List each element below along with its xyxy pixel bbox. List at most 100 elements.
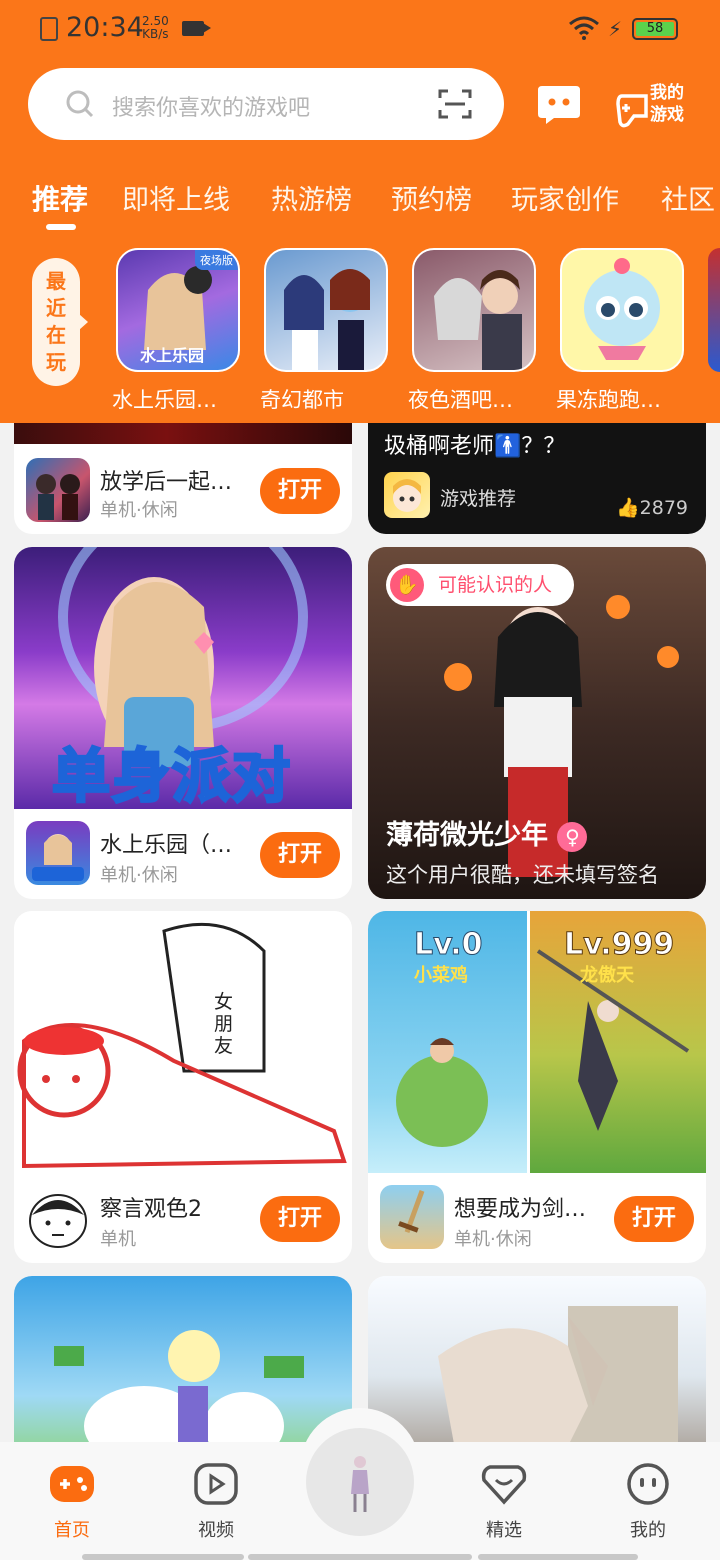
game-card-image: Lv.0 小菜鸡 Lv.999 龙傲天 [368, 911, 706, 1173]
message-icon[interactable] [536, 80, 582, 126]
person-name: 薄荷微光少年 ♀ [386, 813, 588, 852]
game-card[interactable]: 女朋友 察言观色2 单机 打开 [14, 911, 352, 1263]
game-card[interactable]: 单身派对 水上乐园（… 单机·休闲 打开 [14, 547, 352, 899]
person-card[interactable]: ✋ 可能认识的人 薄荷微光少年 ♀ 这个用户很酷，还未填写签名 [368, 547, 706, 899]
open-button[interactable]: 打开 [260, 1196, 340, 1242]
recent-game[interactable]: 果冻跑跑… [556, 248, 684, 414]
recent-badge-char: 最 [46, 269, 66, 293]
game-category: 单机·休闲 [454, 1229, 532, 1250]
open-button[interactable]: 打开 [614, 1196, 694, 1242]
nav-profile-label: 我的 [630, 1520, 666, 1541]
gesture-bar [248, 1554, 472, 1560]
game-card-image: 女朋友 [14, 911, 352, 1173]
game-category: 单机 [100, 1229, 136, 1250]
game-card-image: 单身派对 [14, 547, 352, 812]
recent-game[interactable]: 夜场版 水上乐园 水上乐园… [112, 248, 240, 414]
open-button[interactable]: 打开 [260, 468, 340, 514]
tab-upcoming[interactable]: 即将上线 [122, 178, 230, 217]
tab-community[interactable]: 社区 [661, 178, 715, 217]
my-games-button[interactable]: 我的 游戏 [616, 80, 692, 130]
my-games-label-line2: 游戏 [650, 105, 684, 125]
recent-game-partial[interactable] [708, 248, 720, 372]
search-bar[interactable]: 搜索你喜欢的游戏吧 [28, 68, 504, 140]
recent-badge-char: 玩 [46, 350, 66, 374]
game-card[interactable]: Lv.0 小菜鸡 Lv.999 龙傲天 想要成为剑… 单机·休闲 打开 [368, 911, 706, 1263]
like-count-value: 2879 [639, 497, 688, 519]
thumb-up-icon: 👍 [615, 497, 640, 519]
level-right-name: 龙傲天 [580, 965, 634, 986]
nav-video[interactable]: 视频 [176, 1442, 256, 1542]
play-video-icon [194, 1463, 238, 1505]
video-camera-icon [182, 21, 211, 36]
tab-recommend[interactable]: 推荐 [32, 178, 88, 218]
game-icon [26, 1185, 90, 1249]
like-count[interactable]: 👍2879 [616, 496, 688, 519]
recent-game-icon [264, 248, 388, 372]
recent-game[interactable]: 奇幻都市 [260, 248, 388, 414]
game-title: 想要成为剑… [454, 1197, 587, 1222]
game-category: 单机·休闲 [100, 865, 178, 886]
post-author: 游戏推荐 [440, 488, 517, 510]
nav-center-avatar-button[interactable] [300, 1408, 420, 1536]
tab-reservation-chart[interactable]: 预约榜 [391, 178, 472, 217]
game-category: 单机·休闲 [100, 500, 178, 521]
profile-face-icon [627, 1463, 669, 1505]
recent-badge-char: 近 [46, 296, 66, 320]
recently-played-badge: 最 近 在 玩 [32, 258, 88, 386]
post-text: 圾桶啊老师🚹？？ [384, 434, 566, 459]
game-title: 察言观色2 [100, 1197, 202, 1222]
wifi-icon [569, 16, 599, 40]
gamepad-icon [50, 1466, 94, 1502]
battery-icon: 58 [632, 18, 678, 40]
wave-hand-icon: ✋ [390, 568, 424, 602]
recent-game-icon-text: 水上乐园 [140, 346, 205, 365]
sim-card-icon [40, 17, 58, 41]
character-avatar-icon [351, 1456, 369, 1512]
recent-game-name: 夜色酒吧… [408, 388, 513, 412]
image-caption: 女朋友 [214, 991, 234, 1057]
level-right: Lv.999 [563, 927, 675, 963]
suggest-chip-label: 可能认识的人 [438, 574, 553, 596]
recent-game[interactable]: 夜色酒吧… [408, 248, 536, 414]
recent-badge-char: 在 [46, 323, 66, 347]
female-icon: ♀ [557, 822, 588, 852]
suggest-chip: ✋ 可能认识的人 [386, 564, 575, 606]
recent-game-icon [412, 248, 536, 372]
tab-player-creations[interactable]: 玩家创作 [511, 178, 619, 217]
active-tab-indicator [46, 224, 76, 230]
scan-icon[interactable] [438, 88, 472, 120]
network-speed: 2.50 KB/s [142, 15, 169, 41]
recent-game-tag: 夜场版 [195, 250, 238, 270]
author-avatar [384, 472, 430, 518]
nav-featured-label: 精选 [486, 1520, 522, 1541]
header: 20:34 2.50 KB/s ⚡ 58 搜索你喜欢的游戏吧 我的 游戏 推荐 … [0, 0, 720, 423]
category-tabs: 推荐 即将上线 热游榜 预约榜 玩家创作 社区 [0, 178, 720, 228]
nav-home[interactable]: 首页 [32, 1442, 112, 1542]
recent-game-icon: 夜场版 水上乐园 [116, 248, 240, 372]
game-icon [26, 458, 90, 522]
network-speed-unit: KB/s [142, 27, 169, 41]
recent-game-name: 水上乐园… [112, 388, 217, 412]
nav-video-label: 视频 [198, 1520, 234, 1541]
game-icon [26, 821, 90, 885]
game-title: 水上乐园（… [100, 833, 233, 858]
nav-featured[interactable]: 精选 [464, 1442, 544, 1542]
heart-icon [481, 1465, 527, 1505]
game-icon [380, 1185, 444, 1249]
my-games-label: 我的 游戏 [650, 82, 684, 126]
nav-profile[interactable]: 我的 [608, 1442, 688, 1542]
gesture-bar [82, 1554, 244, 1560]
open-button[interactable]: 打开 [260, 832, 340, 878]
search-placeholder: 搜索你喜欢的游戏吧 [112, 96, 311, 121]
recent-game-name: 奇幻都市 [260, 388, 344, 412]
game-title: 放学后一起… [100, 470, 233, 495]
recent-game-icon [560, 248, 684, 372]
recent-game-name: 果冻跑跑… [556, 388, 661, 412]
search-icon [66, 90, 94, 118]
gesture-bar [478, 1554, 638, 1560]
level-left-name: 小菜鸡 [414, 965, 468, 986]
tab-hot-chart[interactable]: 热游榜 [271, 178, 352, 217]
status-bar: 20:34 2.50 KB/s ⚡ 58 [0, 0, 720, 60]
status-time: 20:34 [66, 12, 144, 43]
person-signature: 这个用户很酷，还未填写签名 [386, 863, 659, 887]
